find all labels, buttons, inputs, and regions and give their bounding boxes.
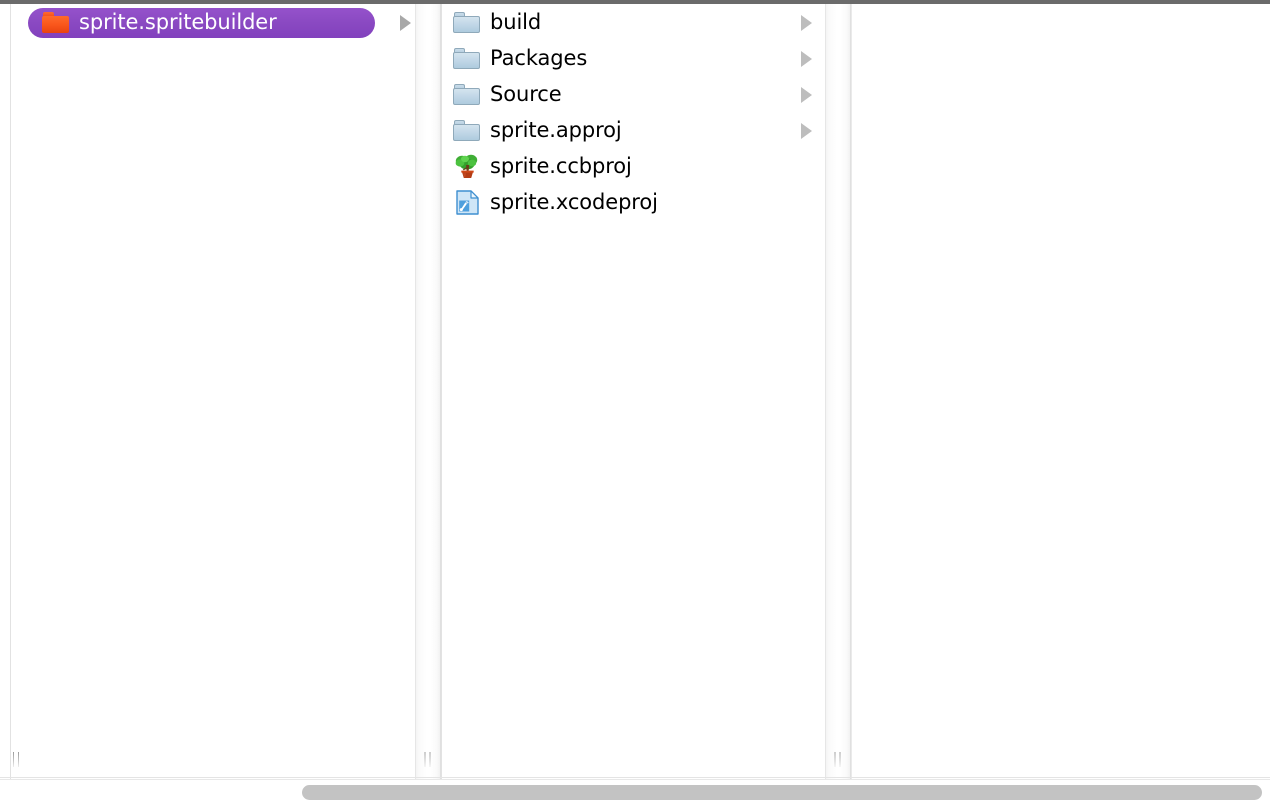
splitter-grip-icon[interactable] [833, 752, 844, 767]
chevron-right-icon[interactable] [801, 51, 812, 67]
list-item[interactable]: sprite.ccbproj [453, 151, 825, 181]
list-item[interactable]: Source [453, 79, 825, 109]
horizontal-scrollbar-thumb[interactable] [302, 785, 1262, 800]
list-item-label: build [490, 10, 542, 34]
bonsai-tree-icon [453, 153, 483, 179]
folder-icon [453, 45, 483, 71]
list-item[interactable]: build [453, 7, 825, 37]
column-splitter-1[interactable] [415, 4, 441, 779]
list-item[interactable]: Packages [453, 43, 825, 73]
splitter-grip-icon[interactable] [423, 752, 434, 767]
columns-bottom-divider [0, 777, 1270, 778]
folder-icon [453, 117, 483, 143]
folder-icon [453, 9, 483, 35]
folder-red-icon [42, 9, 72, 35]
list-item-label: sprite.approj [490, 118, 622, 142]
list-item[interactable]: sprite.spritebuilder [28, 7, 415, 38]
list-item[interactable]: sprite.approj [453, 115, 825, 145]
chevron-right-icon[interactable] [801, 123, 812, 139]
list-item-label: sprite.spritebuilder [79, 10, 277, 34]
column-browser-window: sprite.spritebuilder build Packages Sour… [0, 0, 1270, 805]
column-browser: sprite.spritebuilder build Packages Sour… [0, 4, 1270, 779]
browser-column-3-preview[interactable] [851, 4, 1270, 779]
chevron-right-icon[interactable] [801, 87, 812, 103]
list-item-label: sprite.xcodeproj [490, 190, 658, 214]
left-edge-grip-icon[interactable] [11, 752, 22, 767]
list-item-label: Source [490, 82, 562, 106]
chevron-right-icon[interactable] [400, 15, 411, 31]
folder-icon [453, 81, 483, 107]
xcode-document-icon [453, 189, 483, 215]
column-splitter-2[interactable] [825, 4, 851, 779]
horizontal-scrollbar-track[interactable] [0, 779, 1270, 805]
browser-column-1[interactable]: sprite.spritebuilder [10, 4, 415, 779]
list-item-label: sprite.ccbproj [490, 154, 632, 178]
list-item-label: Packages [490, 46, 588, 70]
chevron-right-icon[interactable] [801, 15, 812, 31]
browser-column-2[interactable]: build Packages Source sprite.approj spri… [441, 4, 825, 779]
list-item[interactable]: sprite.xcodeproj [453, 187, 825, 217]
